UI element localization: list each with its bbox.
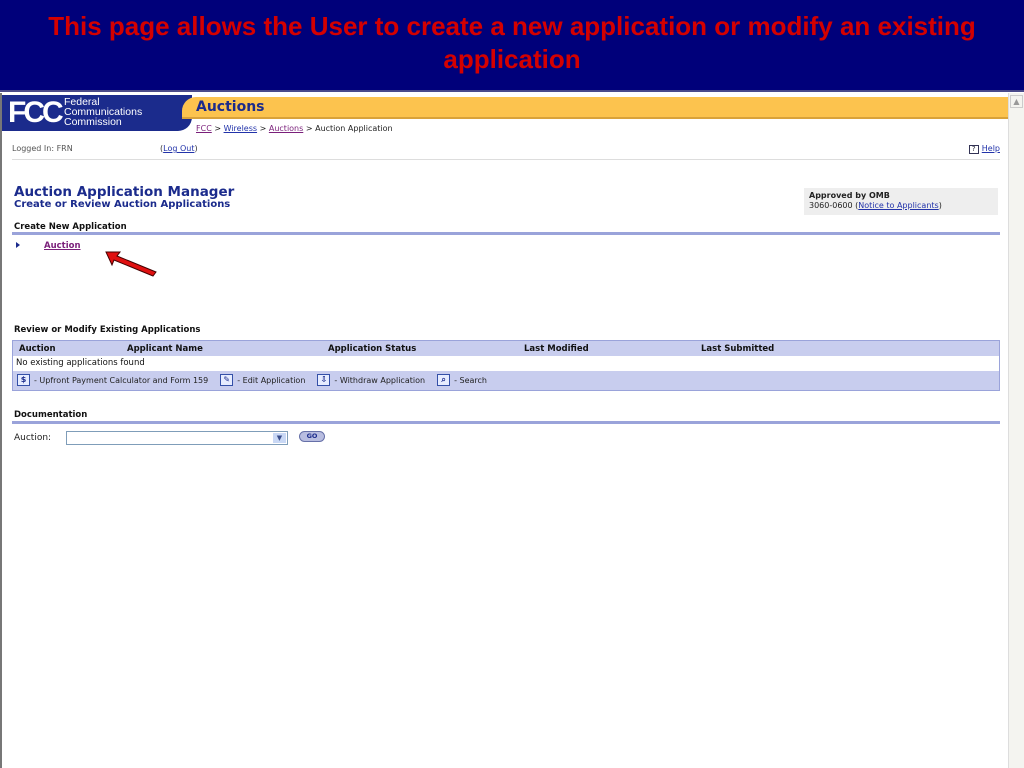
applications-table: Auction Applicant Name Application Statu… <box>12 340 1000 391</box>
logo-abbr: FCC <box>8 96 64 129</box>
legend-label: - Edit Application <box>237 375 306 385</box>
breadcrumb-fcc[interactable]: FCC <box>196 124 212 133</box>
omb-number: 3060-0600 <box>809 201 853 210</box>
auction-select-label: Auction: <box>14 433 52 443</box>
breadcrumb-current: Auction Application <box>315 124 393 133</box>
breadcrumb-sep: > <box>214 124 222 133</box>
col-auction: Auction <box>19 344 56 354</box>
slide-title: This page allows the User to create a ne… <box>0 0 1024 92</box>
breadcrumb-sep: > <box>259 124 267 133</box>
icon-legend: $ - Upfront Payment Calculator and Form 1… <box>17 372 487 388</box>
section-banner: Auctions <box>182 97 1008 119</box>
go-button[interactable]: GO <box>299 431 325 442</box>
breadcrumb-sep: > <box>305 124 313 133</box>
help-link[interactable]: Help <box>982 144 1000 153</box>
page-title: Auction Application Manager <box>14 184 235 200</box>
page-subtitle: Create or Review Auction Applications <box>14 199 231 210</box>
logged-in-label: Logged In: FRN <box>12 144 73 153</box>
help[interactable]: ? Help <box>968 144 1000 154</box>
chevron-down-icon[interactable]: ▼ <box>273 433 286 443</box>
documentation-heading: Documentation <box>14 410 88 420</box>
red-arrow-icon <box>105 251 157 277</box>
edit-icon: ✎ <box>220 374 234 386</box>
col-status: Application Status <box>328 344 417 354</box>
browser-content: FCC Federal Communications Commission Au… <box>0 93 1024 768</box>
omb-box: Approved by OMB 3060-0600 (Notice to App… <box>804 188 998 215</box>
legend-label: - Search <box>454 375 487 385</box>
section-title: Auctions <box>196 99 265 115</box>
col-applicant: Applicant Name <box>127 344 203 354</box>
review-heading: Review or Modify Existing Applications <box>14 325 201 335</box>
vertical-scrollbar[interactable]: ▲ <box>1008 93 1024 768</box>
fcc-logo[interactable]: FCC Federal Communications Commission <box>2 95 192 131</box>
help-icon: ? <box>968 145 979 154</box>
breadcrumb: FCC > Wireless > Auctions > Auction Appl… <box>196 124 393 133</box>
breadcrumb-auctions[interactable]: Auctions <box>269 124 303 133</box>
logo-line: Commission <box>64 116 122 128</box>
section-rule <box>12 421 1000 424</box>
breadcrumb-wireless[interactable]: Wireless <box>224 124 257 133</box>
logo-name: Federal Communications Commission <box>64 97 142 128</box>
notice-link[interactable]: Notice to Applicants <box>858 201 938 210</box>
table-header: Auction Applicant Name Application Statu… <box>13 341 999 356</box>
logout: (Log Out) <box>160 144 198 153</box>
logout-link[interactable]: Log Out <box>163 144 194 153</box>
legend-label: - Upfront Payment Calculator and Form 15… <box>34 375 209 385</box>
legend-label: - Withdraw Application <box>334 375 426 385</box>
search-icon: ⌕ <box>437 374 451 386</box>
withdraw-icon: ⇩ <box>317 374 331 386</box>
col-submitted: Last Submitted <box>701 344 775 354</box>
divider <box>12 159 1000 160</box>
table-row: No existing applications found <box>13 356 999 371</box>
dollar-icon: $ <box>17 374 30 386</box>
create-auction-link[interactable]: Auction <box>44 241 81 251</box>
section-rule <box>12 232 1000 235</box>
col-modified: Last Modified <box>524 344 589 354</box>
bullet-triangle-icon <box>16 242 20 248</box>
scroll-up-icon[interactable]: ▲ <box>1010 95 1023 108</box>
omb-label: Approved by OMB <box>809 191 890 200</box>
auction-select[interactable]: ▼ <box>66 431 288 445</box>
create-heading: Create New Application <box>14 222 127 232</box>
